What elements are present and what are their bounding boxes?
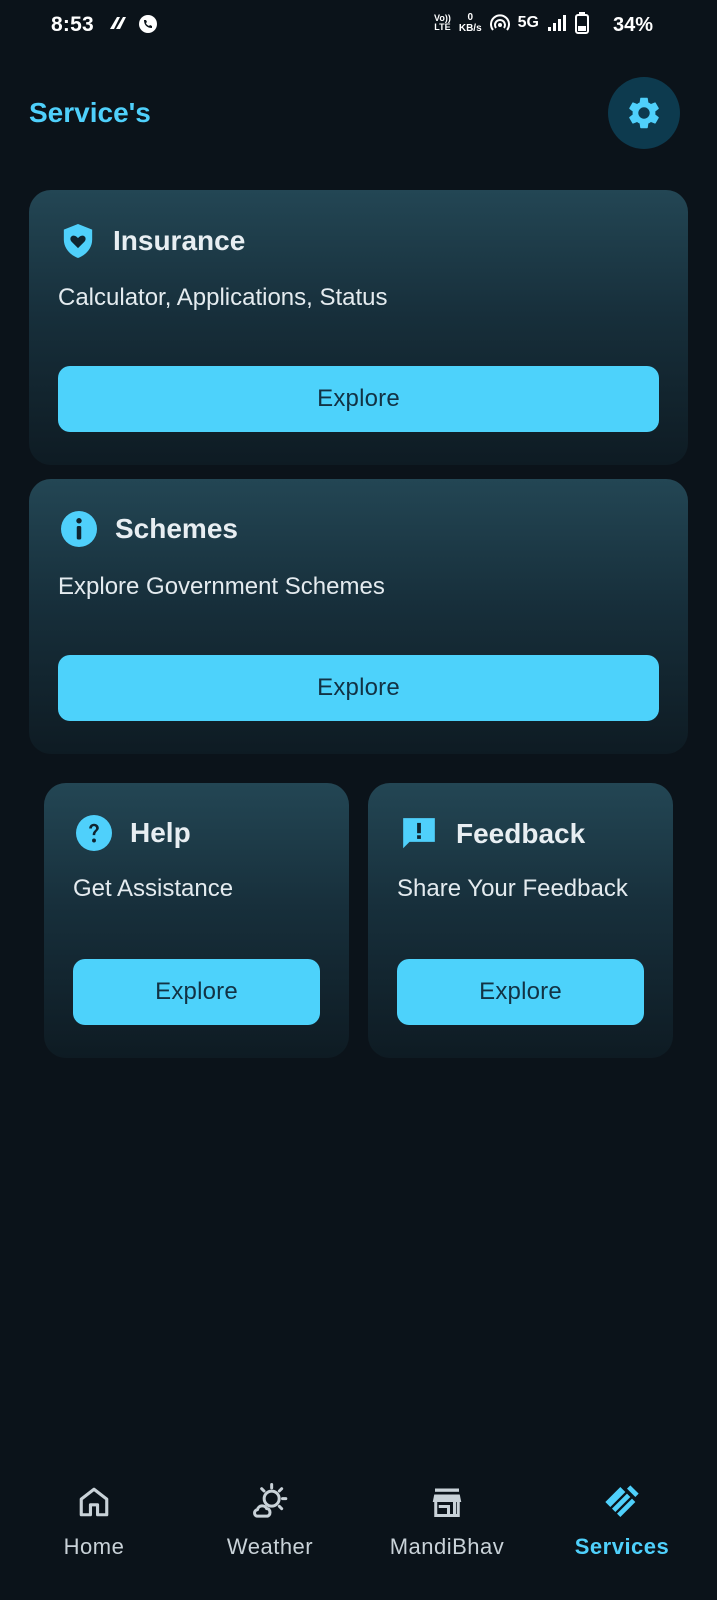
card-subtitle: Share Your Feedback — [397, 875, 628, 902]
schemes-explore-button[interactable]: Explore — [58, 655, 659, 721]
insurance-card: Insurance Calculator, Applications, Stat… — [29, 190, 688, 465]
weather-icon — [253, 1483, 288, 1518]
gear-icon — [629, 97, 659, 129]
status-indicators: Vo)) LTE 0 KB/s 5G — [434, 12, 589, 34]
info-icon — [61, 511, 97, 547]
notification-icons — [108, 14, 158, 34]
nav-item-home[interactable]: Home — [9, 1460, 179, 1580]
phone-notification-icon — [139, 15, 157, 33]
battery-percent: 34% — [612, 14, 653, 36]
card-subtitle: Get Assistance — [73, 875, 234, 902]
home-icon — [79, 1487, 109, 1517]
speed-value: 0 — [467, 12, 474, 23]
schemes-card: Schemes Explore Government Schemes Explo… — [29, 479, 688, 754]
help-explore-button[interactable]: Explore — [73, 959, 320, 1025]
services-screen: 8:53 Vo)) LTE 0 KB/s 5G 34% Service's In… — [0, 0, 717, 1600]
card-subtitle: Explore Government Schemes — [58, 573, 385, 600]
card-subtitle: Calculator, Applications, Status — [58, 284, 388, 311]
card-title: Schemes — [115, 513, 238, 544]
battery-icon — [575, 12, 589, 34]
card-title: Help — [130, 817, 191, 848]
services-icon — [605, 1485, 639, 1517]
settings-button[interactable] — [608, 77, 680, 149]
status-bar: 8:53 Vo)) LTE 0 KB/s 5G 34% — [0, 0, 717, 52]
signal-icon — [548, 15, 566, 31]
nav-item-weather[interactable]: Weather — [185, 1460, 355, 1580]
insurance-card-header: Insurance — [61, 222, 245, 260]
nav-item-mandibhav[interactable]: MandiBhav — [362, 1460, 532, 1580]
store-icon — [432, 1488, 462, 1517]
speed-unit: KB/s — [458, 23, 482, 34]
card-title: Insurance — [113, 225, 246, 256]
insurance-explore-button[interactable]: Explore — [58, 366, 659, 432]
card-title: Feedback — [456, 818, 586, 849]
shield-heart-icon — [63, 224, 93, 258]
page-title: Service's — [29, 97, 151, 128]
bottom-nav: Home Weather MandiBhav Services — [0, 1460, 717, 1600]
nav-label-services: Services — [574, 1534, 670, 1559]
nav-label-mandibhav: MandiBhav — [389, 1534, 505, 1559]
feedback-card-header: Feedback — [400, 815, 585, 853]
nav-label-home: Home — [63, 1534, 125, 1559]
network-type: 5G — [517, 14, 539, 31]
nav-item-services[interactable]: Services — [537, 1460, 707, 1580]
app-notification-icon — [110, 17, 126, 29]
volte-bottom: LTE — [434, 22, 451, 32]
feedback-card: Feedback Share Your Feedback Explore — [368, 783, 673, 1058]
help-card: Help Get Assistance Explore — [44, 783, 349, 1058]
help-circle-icon — [76, 815, 112, 851]
status-time: 8:53 — [51, 13, 94, 36]
nav-label-weather: Weather — [226, 1534, 314, 1559]
schemes-card-header: Schemes — [61, 511, 238, 547]
help-card-header: Help — [76, 815, 191, 851]
feedback-explore-button[interactable]: Explore — [397, 959, 644, 1025]
speed-indicator: 0 KB/s — [459, 12, 482, 34]
feedback-icon — [403, 818, 435, 849]
volte-indicator: Vo)) LTE — [434, 14, 451, 32]
hotspot-icon — [489, 14, 510, 31]
